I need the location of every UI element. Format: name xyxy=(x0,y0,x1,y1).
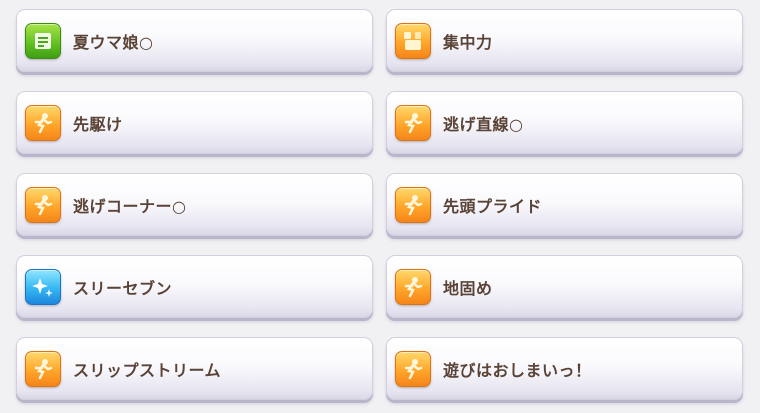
skill-card-summer-umamusume[interactable]: 夏ウマ娘○ xyxy=(16,9,373,72)
skill-card-three-seven[interactable]: スリーセブン xyxy=(16,255,373,318)
skill-label: 夏ウマ娘○ xyxy=(73,32,154,52)
skill-label: 先頭プライド xyxy=(443,196,543,216)
running-figure-icon xyxy=(395,104,431,141)
skill-card-leading-pride[interactable]: 先頭プライド xyxy=(386,173,743,236)
skill-label: 逃げコーナー○ xyxy=(73,196,187,216)
skill-label: 遊びはおしまいっ！ xyxy=(443,360,592,380)
running-figure-icon xyxy=(395,350,431,387)
green-skill-icon xyxy=(25,22,61,59)
sparkle-icon xyxy=(25,268,61,305)
orange-skill-icon xyxy=(395,22,431,59)
running-figure-icon xyxy=(395,186,431,223)
skill-card-escape-straight[interactable]: 逃げ直線○ xyxy=(386,91,743,154)
skill-label: 先駆け xyxy=(73,114,123,134)
skill-label: スリーセブン xyxy=(73,278,173,298)
skill-card-concentration[interactable]: 集中力 xyxy=(386,9,743,72)
skill-card-slipstream[interactable]: スリップストリーム xyxy=(16,337,373,400)
running-figure-icon xyxy=(395,268,431,305)
skill-card-escape-corner[interactable]: 逃げコーナー○ xyxy=(16,173,373,236)
running-figure-icon xyxy=(25,186,61,223)
running-figure-icon xyxy=(25,350,61,387)
skill-card-sakigake[interactable]: 先駆け xyxy=(16,91,373,154)
skill-label: 地固め xyxy=(443,278,493,298)
skill-grid: 夏ウマ娘○ 集中力 先駆け 逃げ直線○ 逃げコーナー○ 先頭プライド スリーセブ… xyxy=(16,9,743,400)
skill-label: 逃げ直線○ xyxy=(443,114,524,134)
skill-label: 集中力 xyxy=(443,32,493,52)
skill-card-jigatame[interactable]: 地固め xyxy=(386,255,743,318)
skill-card-playtime-over[interactable]: 遊びはおしまいっ！ xyxy=(386,337,743,400)
running-figure-icon xyxy=(25,104,61,141)
skill-label: スリップストリーム xyxy=(73,360,222,380)
